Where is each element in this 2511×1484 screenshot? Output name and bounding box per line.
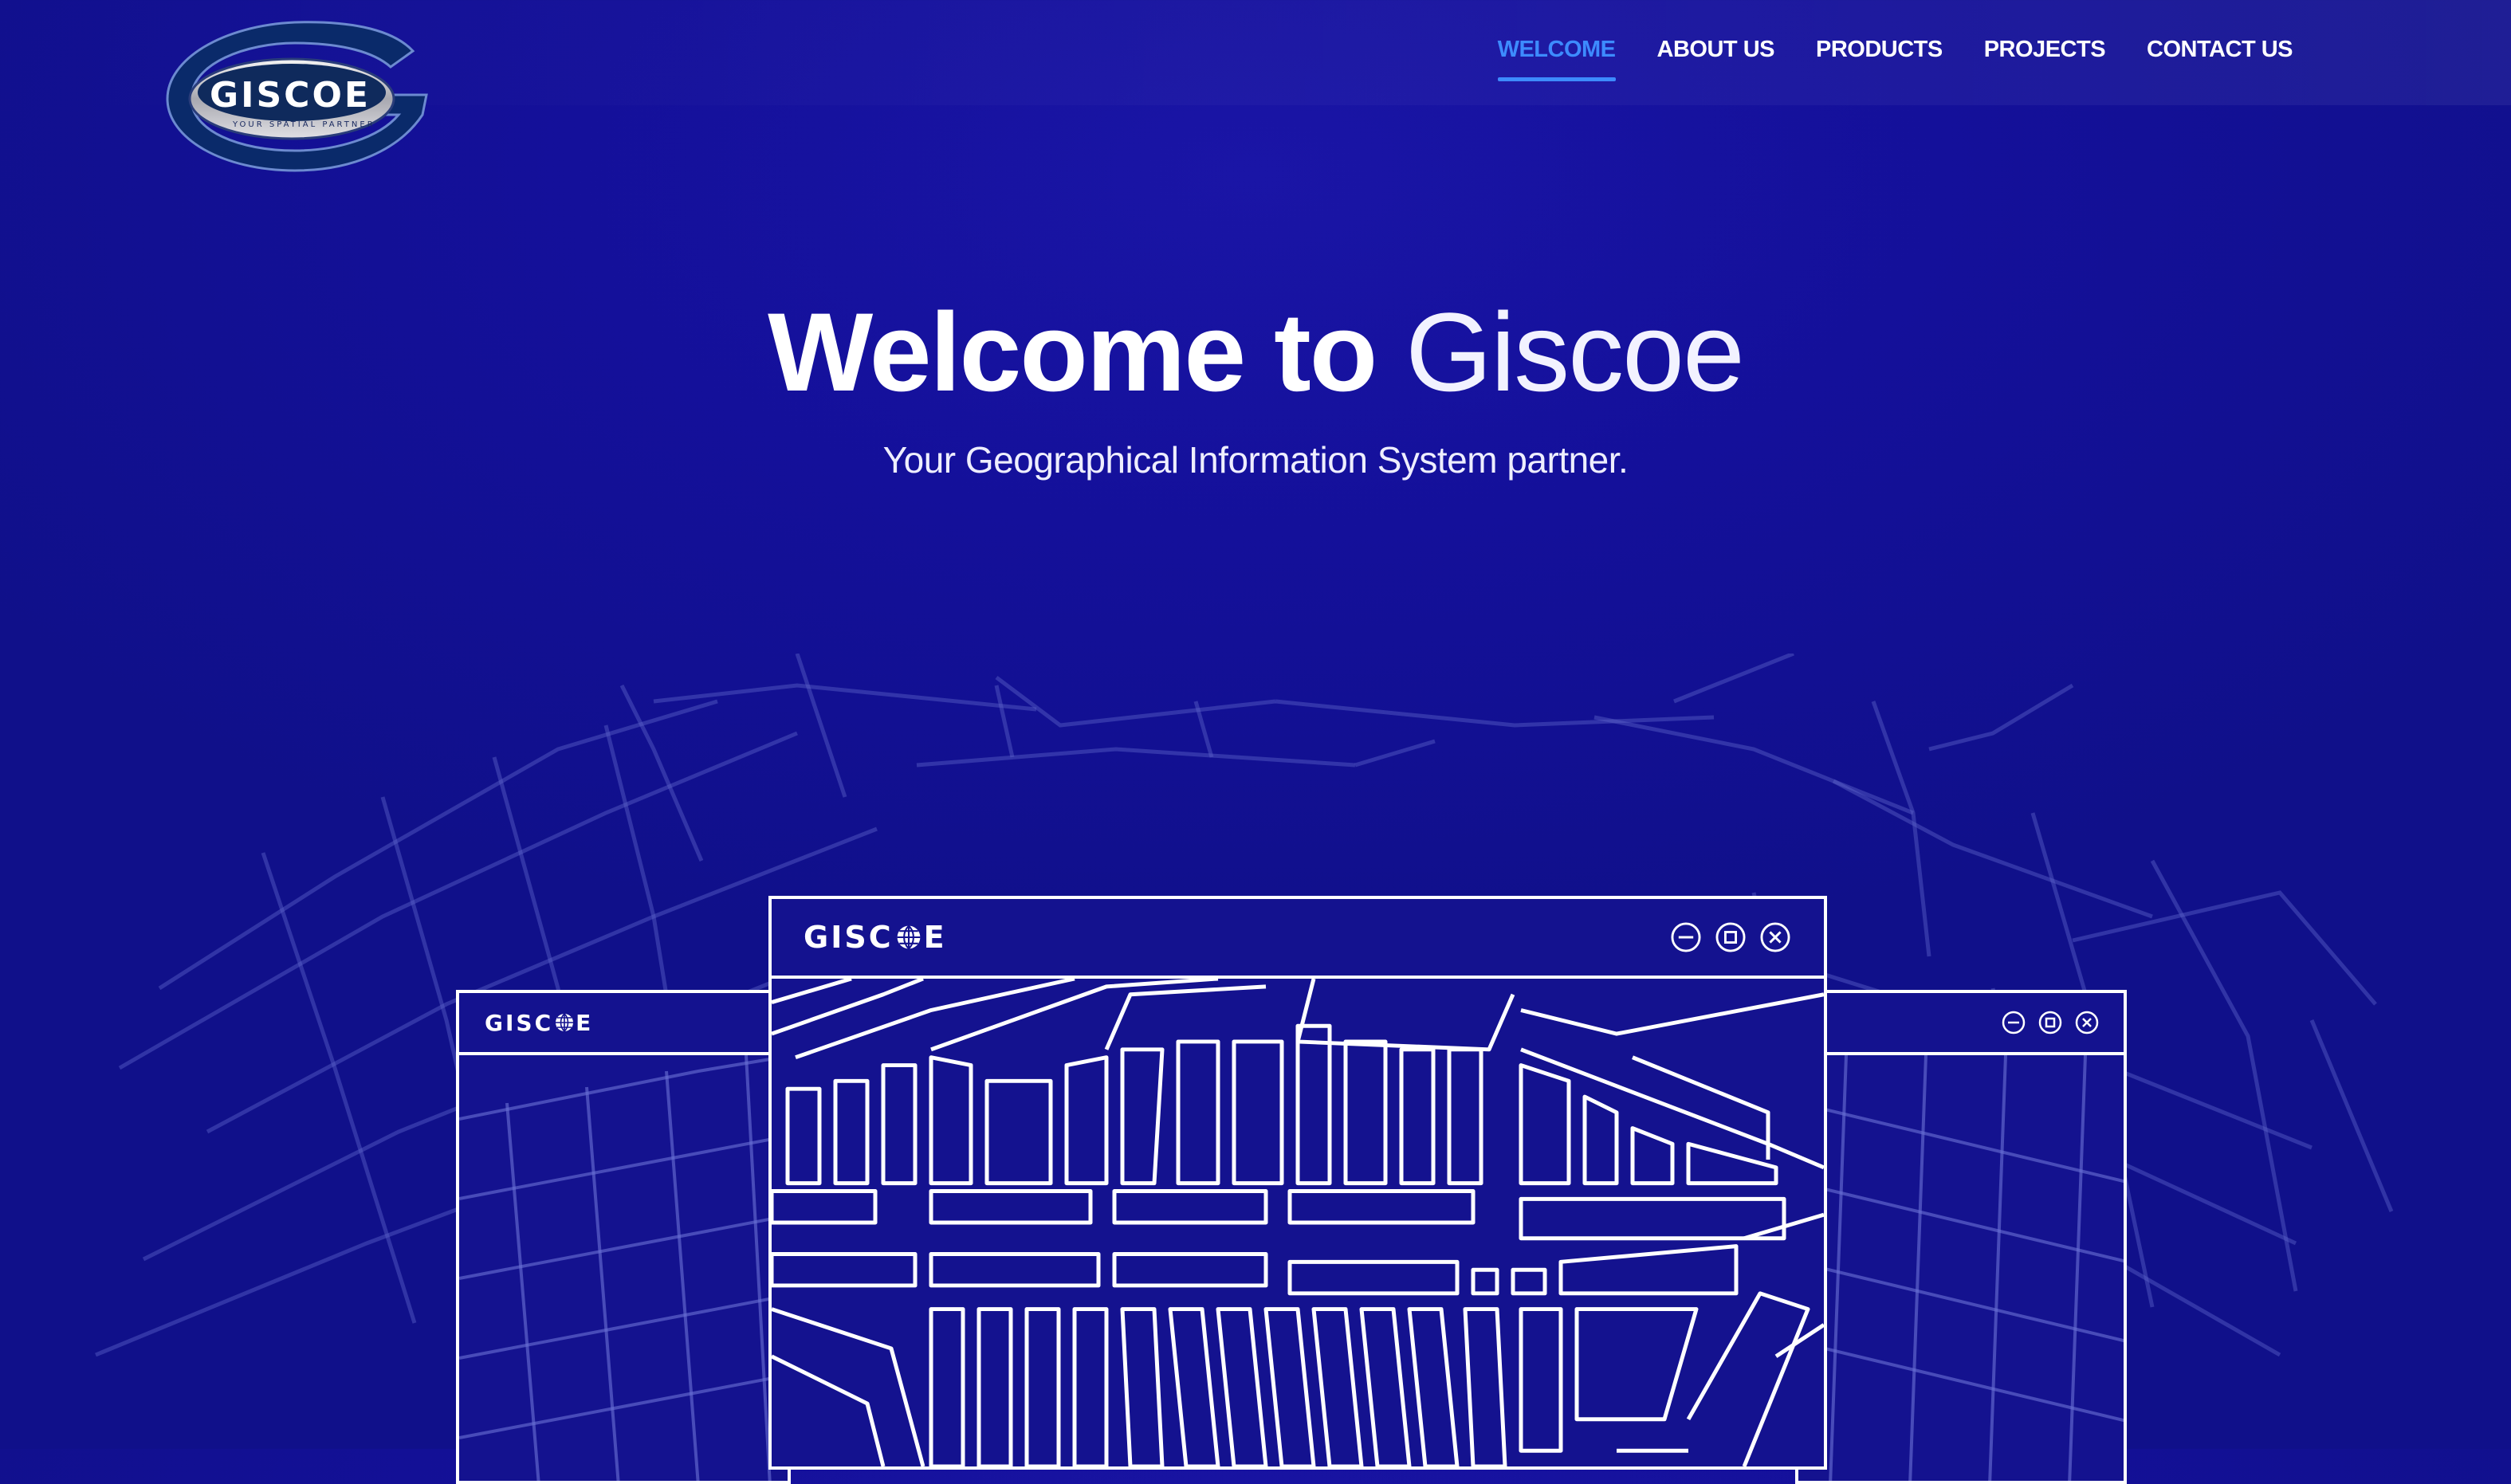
nav-link-projects[interactable]: PROJECTS (1963, 32, 2126, 81)
left-window-map (459, 1055, 788, 1481)
right-app-window (1795, 990, 2127, 1484)
main-app-window: GISC E (768, 896, 1827, 1470)
nav-link-contact-us[interactable]: CONTACT US (2126, 32, 2313, 81)
close-icon[interactable] (2074, 1010, 2100, 1035)
main-window-titlebar: GISC E (772, 899, 1824, 979)
svg-text:YOUR SPATIAL PARTNER: YOUR SPATIAL PARTNER (232, 120, 375, 129)
nav-link-products[interactable]: PRODUCTS (1795, 32, 1963, 81)
left-window-titlebar: GISC E (459, 993, 788, 1055)
hero-title-strong: Welcome to (768, 289, 1377, 414)
hero-title-light: Giscoe (1405, 289, 1745, 414)
maximize-icon[interactable] (2037, 1010, 2063, 1035)
right-window-map (1798, 1055, 2124, 1481)
main-brand-text-start: GISC (804, 920, 894, 955)
giscoe-logo[interactable]: GISCOE YOUR SPATIAL PARTNER (159, 19, 434, 175)
nav-link-welcome[interactable]: WELCOME (1477, 32, 1637, 81)
maximize-icon[interactable] (1714, 921, 1747, 954)
hero-title: Welcome to Giscoe (0, 289, 2511, 416)
left-app-window: GISC E (456, 990, 791, 1484)
globe-icon (897, 925, 920, 950)
minimize-icon[interactable] (2001, 1010, 2026, 1035)
nav-link-about-us[interactable]: ABOUT US (1637, 32, 1795, 81)
left-brand-text-end: E (576, 1009, 594, 1036)
right-window-controls (2001, 1010, 2100, 1035)
main-window-brand: GISC E (804, 920, 947, 955)
globe-icon (556, 1013, 574, 1032)
left-brand-text-start: GISC (485, 1009, 554, 1036)
main-brand-text-end: E (923, 920, 947, 955)
hero-subtitle: Your Geographical Information System par… (882, 439, 1629, 481)
main-window-street-map (772, 979, 1824, 1466)
right-window-titlebar (1798, 993, 2124, 1055)
close-icon[interactable] (1758, 921, 1792, 954)
main-navigation: WELCOME ABOUT US PRODUCTS PROJECTS CONTA… (1477, 32, 2313, 81)
left-window-brand: GISC E (485, 1010, 593, 1036)
minimize-icon[interactable] (1669, 921, 1703, 954)
main-window-controls (1669, 921, 1792, 954)
svg-text:GISCOE: GISCOE (210, 75, 371, 116)
